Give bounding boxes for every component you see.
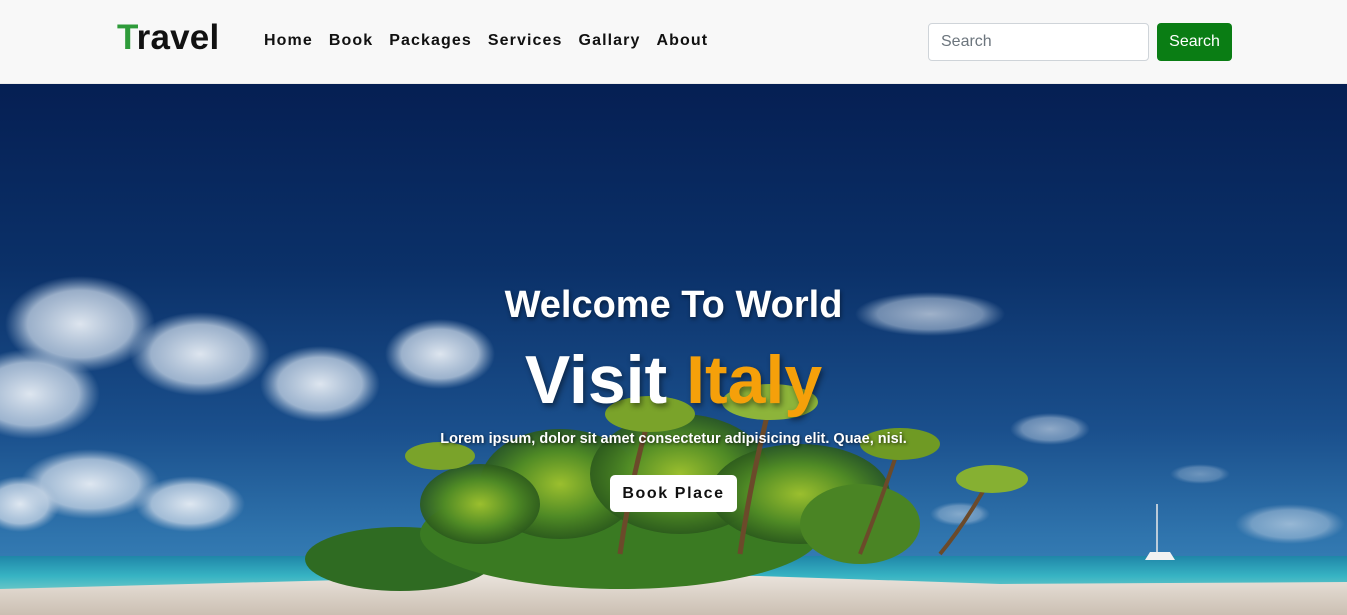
hero-welcome-heading: Welcome To World	[504, 284, 843, 326]
hero-section: Welcome To World Visit Italy Lorem ipsum…	[0, 84, 1347, 615]
brand-first-letter: T	[117, 18, 137, 57]
nav-item-gallary: Gallary	[579, 30, 657, 52]
nav-item-home: Home	[264, 30, 329, 52]
brand-rest: ravel	[136, 18, 220, 57]
search-button[interactable]: Search	[1157, 23, 1232, 61]
nav-item-book: Book	[329, 30, 389, 52]
nav-menu: Home Book Packages Services Gallary Abou…	[264, 30, 724, 52]
nav-link-services[interactable]: Services	[488, 30, 563, 52]
search-input[interactable]	[928, 23, 1149, 61]
nav-link-about[interactable]: About	[657, 30, 709, 52]
hero-description: Lorem ipsum, dolor sit amet consectetur …	[440, 431, 907, 447]
nav-link-packages[interactable]: Packages	[389, 30, 472, 52]
navbar: Travel Home Book Packages Services Galla…	[0, 0, 1347, 84]
nav-item-about: About	[657, 30, 725, 52]
hero-title-main: Visit	[524, 342, 668, 418]
nav-link-book[interactable]: Book	[329, 30, 373, 52]
brand-logo[interactable]: Travel	[117, 18, 219, 58]
nav-item-packages: Packages	[389, 30, 488, 52]
hero-title-accent: Italy	[686, 342, 823, 418]
nav-item-services: Services	[488, 30, 579, 52]
hero-title: Visit Italy	[0, 342, 1347, 418]
nav-link-gallary[interactable]: Gallary	[579, 30, 641, 52]
hero-content: Welcome To World Visit Italy Lorem ipsum…	[0, 84, 1347, 615]
nav-link-home[interactable]: Home	[264, 30, 313, 52]
book-place-button[interactable]: Book Place	[610, 475, 737, 512]
